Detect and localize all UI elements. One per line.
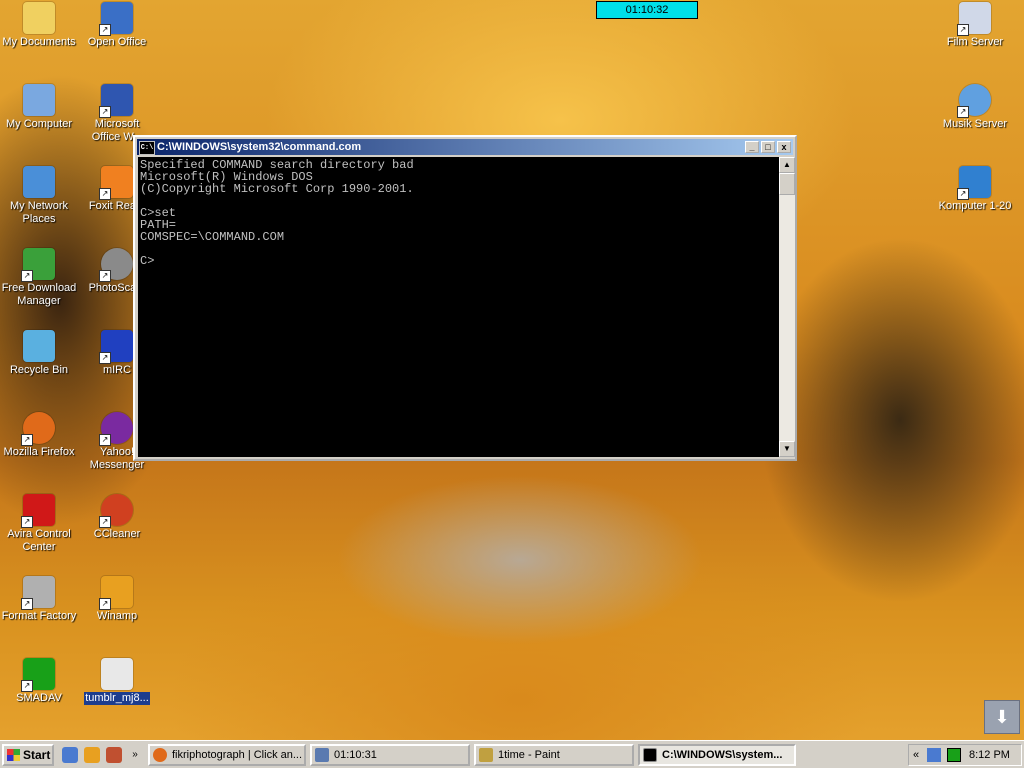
desktop-icon-komputer-1-20[interactable]: ↗ Komputer 1-20 [936,166,1014,213]
clock-app-icon [315,748,329,762]
console-output[interactable]: Specified COMMAND search directory bad Mi… [138,157,779,457]
desktop-icon-avira-control-center[interactable]: ↗ Avira Control Center [0,494,78,554]
console-prompt-line: C> [140,254,155,268]
show-desktop-icon[interactable] [62,747,78,763]
taskbar-button-paint[interactable]: 1time - Paint [474,744,634,766]
image-file-icon [101,658,133,690]
winamp-icon[interactable] [84,747,100,763]
windows-logo-icon [7,749,20,761]
maximize-button[interactable]: □ [761,141,775,153]
start-label: Start [23,748,51,762]
scroll-down-icon[interactable]: ▼ [779,441,795,457]
desktop-icon-smadav[interactable]: ↗ SMADAV [0,658,78,705]
desktop-icon-my-computer[interactable]: My Computer [0,84,78,131]
minimize-button[interactable]: _ [745,141,759,153]
vertical-scrollbar[interactable]: ▲ ▼ [779,157,795,457]
network-icon [23,166,55,198]
desktop-icon-tumblr-image[interactable]: tumblr_mj8... [78,658,156,705]
desktop-icon-winamp[interactable]: ↗ Winamp [78,576,156,623]
command-prompt-icon [643,748,657,762]
yahoo-messenger-icon: ↗ [99,412,133,446]
close-button[interactable]: x [777,141,791,153]
firefox-icon [153,748,167,762]
command-prompt-window[interactable]: C:\ C:\WINDOWS\system32\command.com _ □ … [133,135,797,461]
openoffice-icon: ↗ [99,2,133,36]
desktop-icon-ccleaner[interactable]: ↗ CCleaner [78,494,156,541]
tray-clock[interactable]: 8:12 PM [969,745,1010,765]
mirc-icon: ↗ [99,330,133,364]
smadav-icon: ↗ [21,658,55,692]
computers-network-icon: ↗ [957,166,991,200]
taskbar-button-clock[interactable]: 01:10:31 [310,744,470,766]
down-arrow-icon[interactable]: ⬇ [984,700,1020,734]
download-manager-icon: ↗ [21,248,55,282]
system-tray: « 8:12 PM [908,744,1022,766]
taskbar-button-firefox[interactable]: fikriphotograph | Click an... [148,744,306,766]
console-line: COMSPEC=\COMMAND.COM [140,230,285,244]
photoscape-icon: ↗ [99,248,133,282]
start-button[interactable]: Start [2,744,54,766]
desktop-icon-format-factory[interactable]: ↗ Format Factory [0,576,78,623]
desktop-icon-recycle-bin[interactable]: Recycle Bin [0,330,78,377]
desktop-icon-free-download-manager[interactable]: ↗ Free Download Manager [0,248,78,308]
quick-launch-more-icon[interactable]: » [130,747,140,763]
desktop-icon-my-network-places[interactable]: My Network Places [0,166,78,226]
avira-icon: ↗ [21,494,55,528]
film-server-icon: ↗ [957,2,991,36]
recycle-bin-icon [23,330,55,362]
music-server-icon: ↗ [957,84,991,118]
ccleaner-icon: ↗ [99,494,133,528]
winamp-icon: ↗ [99,576,133,610]
network-status-icon[interactable] [927,748,941,762]
documents-folder-icon [23,2,55,34]
console-line: ​ [140,195,779,207]
format-factory-icon: ↗ [21,576,55,610]
clock-widget[interactable]: 01:10:32 [596,1,698,19]
console-line: ​ [140,243,779,255]
desktop-icon-musik-server[interactable]: ↗ Musik Server [936,84,1014,131]
scroll-up-icon[interactable]: ▲ [779,157,795,173]
foxit-icon: ↗ [99,166,133,200]
scroll-thumb[interactable] [779,173,795,195]
console-line: C>set [140,206,177,220]
firefox-icon: ↗ [21,412,55,446]
desktop-icon-my-documents[interactable]: My Documents [0,2,78,49]
desktop-icon-film-server[interactable]: ↗ Film Server [936,2,1014,49]
window-titlebar[interactable]: C:\ C:\WINDOWS\system32\command.com _ □ … [137,139,793,155]
tray-expand-icon[interactable]: « [913,745,919,765]
computer-icon [23,84,55,116]
tool-icon[interactable] [106,747,122,763]
paint-icon [479,748,493,762]
desktop-icon-mozilla-firefox[interactable]: ↗ Mozilla Firefox [0,412,78,459]
command-prompt-icon[interactable]: C:\ [139,141,155,155]
word-icon: ↗ [99,84,133,118]
antivirus-status-icon[interactable] [947,748,961,762]
taskbar-button-command-prompt[interactable]: C:\WINDOWS\system... [638,744,796,766]
console-line: (C)Copyright Microsoft Corp 1990-2001. [140,182,414,196]
desktop-icon-open-office[interactable]: ↗ Open Office [78,2,156,49]
taskbar: Start » fikriphotograph | Click an... 01… [0,740,1024,768]
window-title: C:\WINDOWS\system32\command.com [157,141,362,153]
